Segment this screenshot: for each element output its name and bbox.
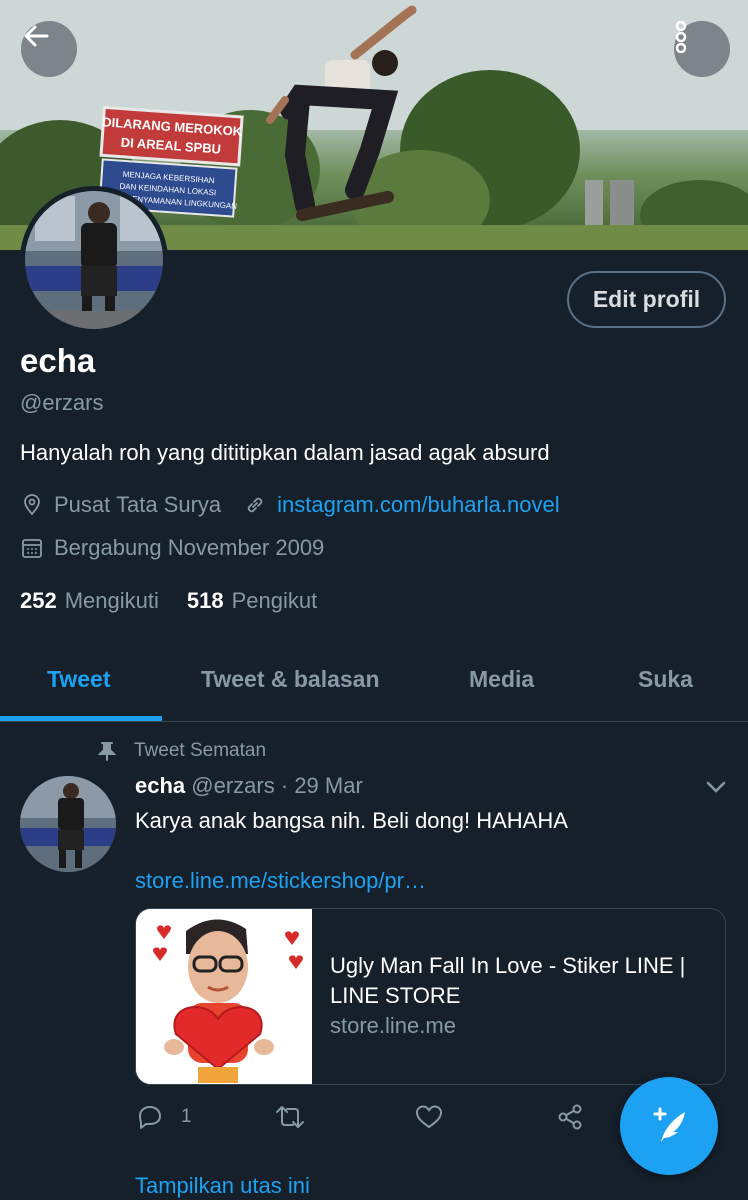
calendar-icon bbox=[20, 536, 44, 560]
card-title: Ugly Man Fall In Love - Stiker LINE | LI… bbox=[330, 953, 686, 1008]
profile-website-link[interactable]: instagram.com/buharla.novel bbox=[277, 492, 559, 518]
profile-avatar[interactable] bbox=[20, 186, 168, 334]
pin-icon bbox=[98, 741, 116, 761]
tweet-link[interactable]: store.line.me/stickershop/pr… bbox=[135, 868, 426, 894]
compose-tweet-button[interactable] bbox=[620, 1077, 718, 1175]
followers-stat[interactable]: 518 Pengikut bbox=[187, 588, 317, 614]
card-domain: store.line.me bbox=[330, 1013, 456, 1038]
tweet-actions: 1 bbox=[135, 1102, 595, 1142]
arrow-left-icon bbox=[24, 25, 49, 47]
heart-icon bbox=[416, 1105, 442, 1128]
share-button[interactable] bbox=[555, 1102, 585, 1132]
tab-media[interactable]: Media bbox=[469, 666, 534, 693]
tab-tweet[interactable]: Tweet bbox=[47, 666, 110, 693]
reply-count: 1 bbox=[181, 1106, 192, 1127]
profile-name: echa bbox=[20, 342, 96, 379]
retweet-button[interactable] bbox=[274, 1102, 306, 1132]
profile-handle: @erzars bbox=[20, 390, 104, 415]
profile-bio: Hanyalah roh yang dititipkan dalam jasad… bbox=[20, 440, 550, 465]
profile-joined-date: Bergabung November 2009 bbox=[54, 535, 325, 560]
reply-button[interactable]: 1 bbox=[135, 1102, 192, 1132]
tab-tweet-and-replies[interactable]: Tweet & balasan bbox=[201, 666, 380, 693]
retweet-icon bbox=[276, 1106, 304, 1128]
sticker-image bbox=[136, 909, 312, 1084]
card-thumbnail bbox=[136, 909, 312, 1084]
tweet-author-name[interactable]: echa bbox=[135, 773, 185, 798]
tweet-menu-button[interactable] bbox=[705, 780, 727, 799]
followers-count: 518 bbox=[186, 588, 224, 613]
tweet-header: echa @erzars · 29 Mar bbox=[135, 773, 363, 799]
more-vertical-icon bbox=[675, 21, 687, 53]
followers-label: Pengikut bbox=[231, 588, 318, 613]
profile-location: Pusat Tata Surya bbox=[54, 492, 222, 517]
show-thread-link[interactable]: Tampilkan utas ini bbox=[135, 1173, 310, 1199]
back-button[interactable] bbox=[21, 21, 77, 77]
avatar-photo bbox=[25, 191, 163, 329]
following-count: 252 bbox=[20, 588, 57, 613]
chevron-down-icon bbox=[706, 781, 726, 793]
active-tab-indicator bbox=[0, 716, 162, 721]
tab-likes[interactable]: Suka bbox=[638, 666, 693, 693]
following-label: Mengikuti bbox=[64, 588, 159, 613]
location-pin-icon bbox=[20, 493, 44, 517]
like-button[interactable] bbox=[414, 1102, 444, 1132]
link-icon bbox=[243, 493, 267, 517]
tweet-author-handle: @erzars bbox=[191, 773, 275, 798]
link-preview-card[interactable]: Ugly Man Fall In Love - Stiker LINE | LI… bbox=[135, 908, 726, 1085]
share-icon bbox=[558, 1104, 582, 1130]
tweet-author-avatar[interactable] bbox=[20, 776, 116, 872]
following-stat[interactable]: 252 Mengikuti bbox=[20, 588, 159, 614]
profile-tabs: Tweet Tweet & balasan Media Suka bbox=[0, 650, 748, 722]
edit-profile-button[interactable]: Edit profil bbox=[567, 271, 726, 328]
more-options-button[interactable] bbox=[674, 21, 730, 77]
follow-stats: 252 Mengikuti 518 Pengikut bbox=[20, 588, 317, 614]
avatar-photo bbox=[20, 776, 116, 872]
reply-icon bbox=[139, 1106, 161, 1129]
pinned-label: Tweet Sematan bbox=[134, 740, 267, 761]
tweet-text: Karya anak bangsa nih. Beli dong! HAHAHA bbox=[135, 808, 568, 833]
profile-meta-joined-row: Bergabung November 2009 bbox=[20, 535, 324, 561]
pinned-tweet-indicator: Tweet Sematan bbox=[98, 740, 266, 762]
compose-feather-icon bbox=[653, 1107, 685, 1142]
profile-meta-location-row: Pusat Tata Surya instagram.com/buharla.n… bbox=[20, 492, 560, 518]
tweet-date: · 29 Mar bbox=[280, 773, 363, 798]
